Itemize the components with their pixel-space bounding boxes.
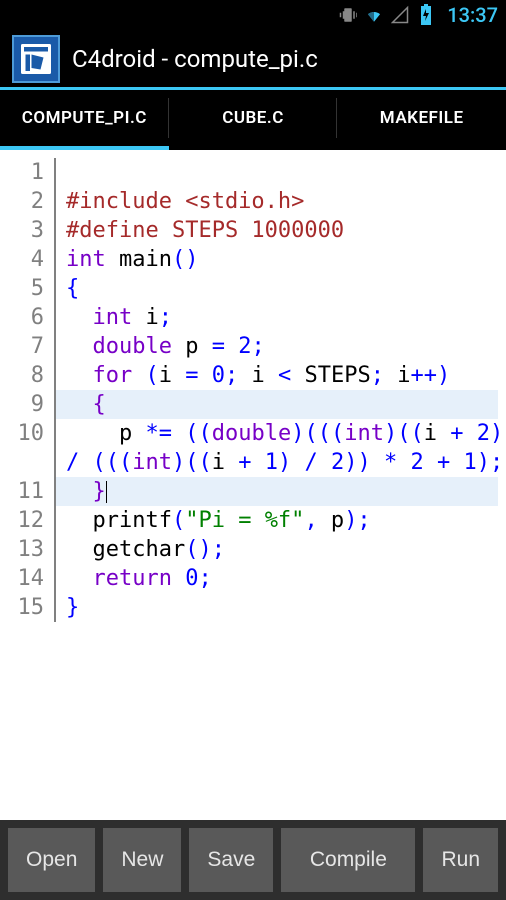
- line-number: 2: [8, 187, 56, 216]
- code-line[interactable]: 3#define STEPS 1000000: [8, 216, 498, 245]
- app-title: C4droid - compute_pi.c: [72, 45, 318, 73]
- code-line[interactable]: 6 int i;: [8, 303, 498, 332]
- battery-icon: [417, 6, 435, 24]
- line-number: 11: [8, 477, 56, 506]
- open-button[interactable]: Open: [8, 828, 95, 892]
- code-line[interactable]: 8 for (i = 0; i < STEPS; i++): [8, 361, 498, 390]
- code-content[interactable]: getchar();: [56, 535, 225, 564]
- code-content[interactable]: / (((int)((i + 1) / 2)) * 2 + 1);: [56, 448, 503, 477]
- code-line[interactable]: 12 printf("Pi = %f", p);: [8, 506, 498, 535]
- code-content[interactable]: {: [56, 390, 498, 419]
- code-content[interactable]: #define STEPS 1000000: [56, 216, 344, 245]
- code-line[interactable]: / (((int)((i + 1) / 2)) * 2 + 1);: [8, 448, 498, 477]
- tab-compute-pi[interactable]: COMPUTE_PI.C: [0, 90, 169, 150]
- tab-makefile[interactable]: MAKEFILE: [337, 90, 506, 150]
- line-number: 3: [8, 216, 56, 245]
- line-number: 10: [8, 419, 56, 448]
- code-line[interactable]: 13 getchar();: [8, 535, 498, 564]
- code-content[interactable]: double p = 2;: [56, 332, 265, 361]
- app-icon[interactable]: [12, 35, 60, 83]
- code-line[interactable]: 7 double p = 2;: [8, 332, 498, 361]
- code-content[interactable]: [56, 158, 66, 187]
- code-content[interactable]: int main(): [56, 245, 198, 274]
- line-number: 9: [8, 390, 56, 419]
- code-content[interactable]: printf("Pi = %f", p);: [56, 506, 371, 535]
- code-line[interactable]: 2#include <stdio.h>: [8, 187, 498, 216]
- line-number: 6: [8, 303, 56, 332]
- code-line[interactable]: 14 return 0;: [8, 564, 498, 593]
- code-content[interactable]: int i;: [56, 303, 172, 332]
- code-line[interactable]: 10 p *= ((double)(((int)((i + 2) / 2)) *…: [8, 419, 498, 448]
- code-content[interactable]: p *= ((double)(((int)((i + 2) / 2)) * 2)…: [56, 419, 506, 448]
- code-content[interactable]: }: [56, 477, 498, 506]
- code-content[interactable]: {: [56, 274, 79, 303]
- status-bar: 13:37: [0, 0, 506, 30]
- signal-icon: [391, 6, 409, 24]
- run-button[interactable]: Run: [423, 828, 498, 892]
- line-number: 8: [8, 361, 56, 390]
- compile-button[interactable]: Compile: [281, 828, 415, 892]
- code-line[interactable]: 9 {: [8, 390, 498, 419]
- line-number: 14: [8, 564, 56, 593]
- code-line[interactable]: 15}: [8, 593, 498, 622]
- line-number: [8, 448, 56, 477]
- text-cursor: [106, 481, 107, 503]
- line-number: 1: [8, 158, 56, 187]
- line-number: 13: [8, 535, 56, 564]
- tab-cube[interactable]: CUBE.C: [169, 90, 338, 150]
- code-content[interactable]: return 0;: [56, 564, 212, 593]
- new-button[interactable]: New: [103, 828, 181, 892]
- code-line[interactable]: 1: [8, 158, 498, 187]
- wifi-icon: [365, 6, 383, 24]
- app-bar: C4droid - compute_pi.c: [0, 30, 506, 90]
- line-number: 5: [8, 274, 56, 303]
- save-button[interactable]: Save: [189, 828, 273, 892]
- code-content[interactable]: }: [56, 593, 79, 622]
- code-editor[interactable]: 12#include <stdio.h>3#define STEPS 10000…: [0, 150, 506, 820]
- vibrate-icon: [339, 6, 357, 24]
- status-time: 13:37: [447, 3, 498, 27]
- code-line[interactable]: 4int main(): [8, 245, 498, 274]
- code-content[interactable]: for (i = 0; i < STEPS; i++): [56, 361, 450, 390]
- code-content[interactable]: #include <stdio.h>: [56, 187, 304, 216]
- tabs: COMPUTE_PI.C CUBE.C MAKEFILE: [0, 90, 506, 150]
- code-line[interactable]: 5{: [8, 274, 498, 303]
- bottom-toolbar: Open New Save Compile Run: [0, 820, 506, 900]
- line-number: 4: [8, 245, 56, 274]
- line-number: 12: [8, 506, 56, 535]
- line-number: 15: [8, 593, 56, 622]
- line-number: 7: [8, 332, 56, 361]
- code-line[interactable]: 11 }: [8, 477, 498, 506]
